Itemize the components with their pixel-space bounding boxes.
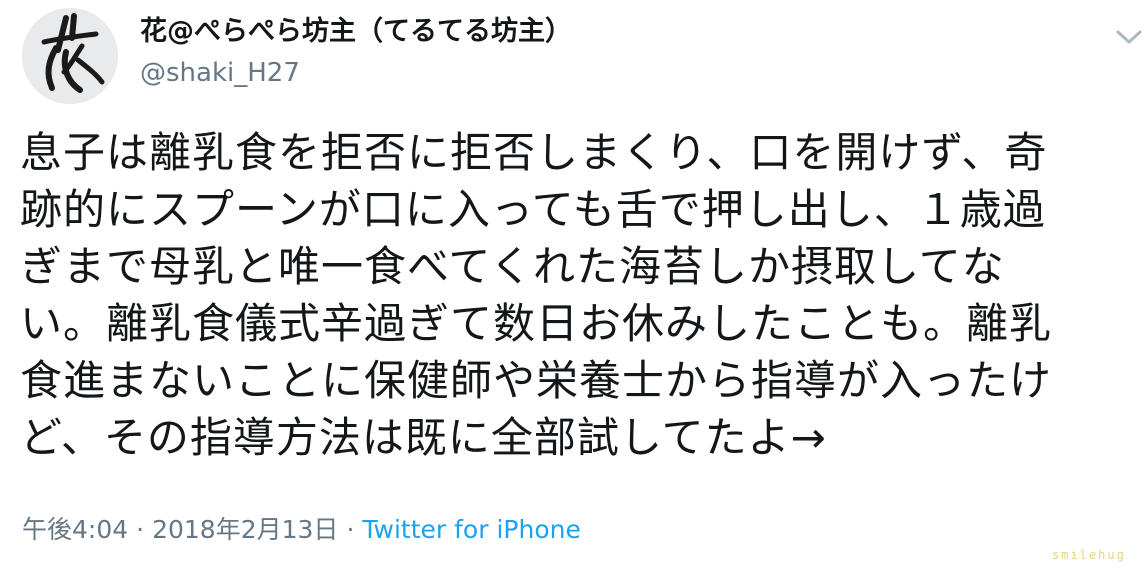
avatar[interactable] (22, 8, 118, 104)
username[interactable]: @shaki_H27 (140, 56, 300, 90)
chevron-down-icon (1116, 30, 1142, 44)
watermark: smilehug (1052, 548, 1126, 562)
meta-separator: · (346, 515, 355, 544)
tweet-date[interactable]: 2018年2月13日 (152, 515, 338, 544)
display-name[interactable]: 花@ぺらぺら坊主（てるてる坊主） (140, 14, 572, 50)
tweet-text: 息子は離乳食を拒否に拒否しまくり、口を開けず、奇 跡的にスプーンが口に入っても舌… (20, 128, 1053, 462)
more-options-caret[interactable] (1112, 24, 1146, 50)
meta-separator: · (136, 515, 145, 544)
calligraphy-avatar-icon (22, 8, 118, 104)
tweet-time[interactable]: 午後4:04 (22, 515, 128, 544)
tweet-source-link[interactable]: Twitter for iPhone (362, 515, 580, 544)
tweet-meta: 午後4:04 · 2018年2月13日 · Twitter for iPhone (22, 513, 581, 547)
